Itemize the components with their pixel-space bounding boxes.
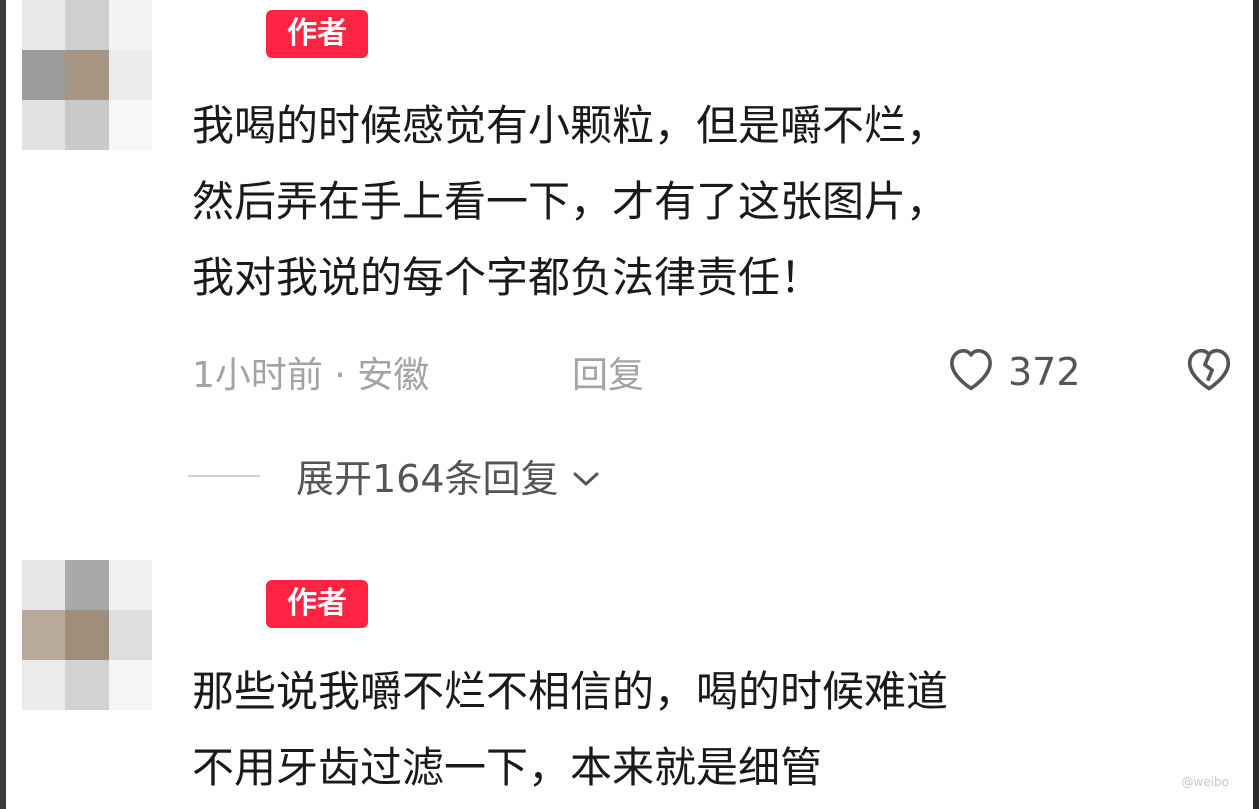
author-badge: 作者 (266, 10, 368, 58)
right-edge (1253, 0, 1259, 809)
reply-button[interactable]: 回复 (572, 346, 644, 398)
expand-replies-button[interactable]: 展开164条回复 (188, 448, 601, 503)
comment-text[interactable]: 那些说我嚼不烂不相信的，喝的时候难道 不用牙齿过滤一下，本来就是细管 (192, 654, 1202, 806)
comment-time-location: 1小时前 · 安徽 (192, 355, 430, 396)
avatar-blurred[interactable] (22, 0, 152, 150)
left-edge (0, 0, 6, 809)
heart-outline-icon (944, 342, 998, 401)
divider-line (188, 474, 260, 477)
broken-heart-icon (1180, 348, 1238, 396)
avatar-blurred[interactable] (22, 560, 152, 710)
dislike-button[interactable] (1180, 342, 1238, 396)
comment-text[interactable]: 我喝的时候感觉有小颗粒，但是嚼不烂， 然后弄在手上看一下，才有了这张图片， 我对… (192, 88, 1202, 316)
expand-replies-label: 展开164条回复 (296, 457, 559, 501)
chevron-down-icon (571, 454, 601, 498)
like-button[interactable]: 372 (944, 342, 1081, 401)
watermark: @weibo (1181, 775, 1230, 789)
like-count: 372 (1008, 349, 1081, 394)
author-badge: 作者 (266, 580, 368, 628)
